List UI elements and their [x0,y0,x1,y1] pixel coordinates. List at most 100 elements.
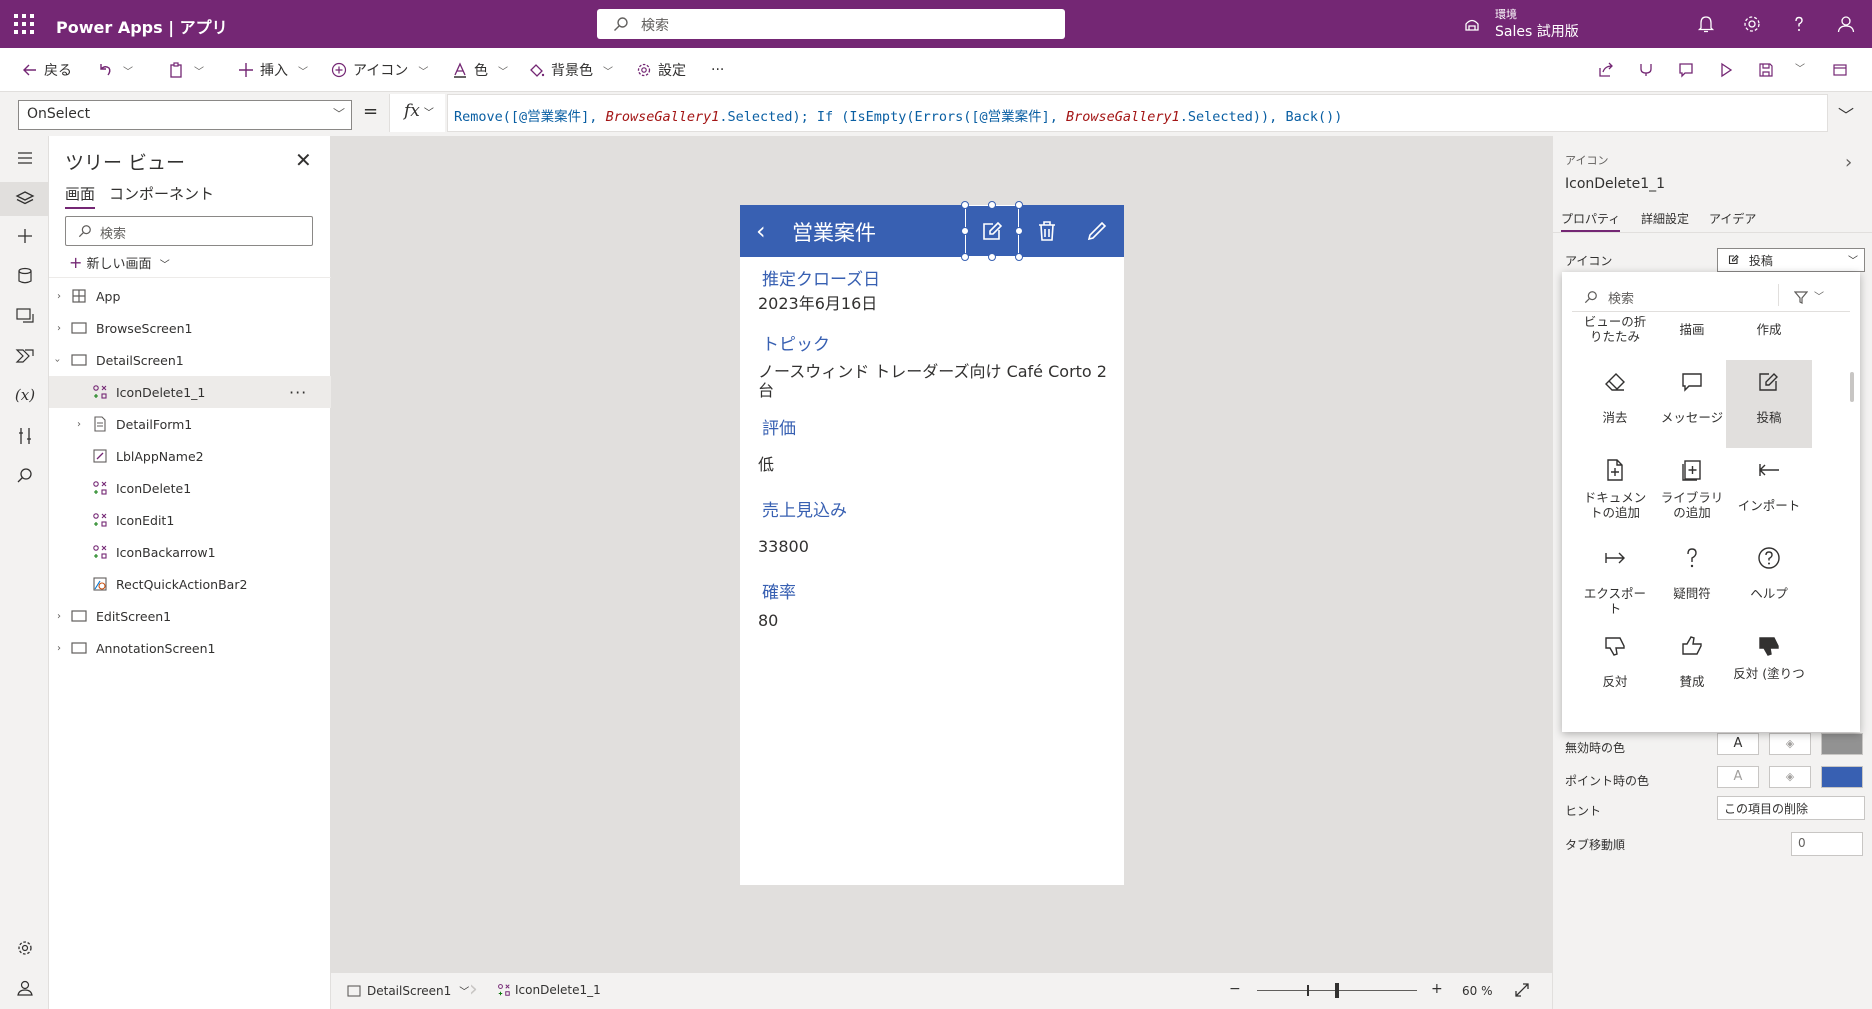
zoom-slider-thumb[interactable] [1335,983,1339,998]
expand-formula-icon[interactable]: ﹀ [1838,102,1854,126]
tooltip-input[interactable]: この項目の削除 [1717,796,1865,820]
disabled-fill-swatch[interactable]: ◈ [1769,733,1811,755]
close-icon[interactable]: ✕ [295,148,312,172]
tab-ideas[interactable]: アイデア [1709,210,1756,227]
hover-fill-swatch[interactable]: ◈ [1769,766,1811,788]
icon-option-thumbs-down-filled[interactable]: 反対 (塗りつ [1726,624,1812,712]
chevron-down-icon[interactable]: ﹀ [194,63,204,78]
scrollbar-thumb[interactable] [1850,372,1854,402]
power-automate-icon[interactable] [13,344,37,368]
tree-item-rectquickactionbar2[interactable]: RectQuickActionBar2 [49,568,331,600]
color-button[interactable]: 色 ﹀ [452,59,508,81]
icon-option-compose[interactable]: 作成 [1726,316,1812,360]
resize-handle[interactable] [988,253,996,261]
icon-option-add-library[interactable]: ライブラリの追加 [1649,448,1735,536]
zoom-out-button[interactable]: − [1229,981,1241,997]
icon-option-draw[interactable]: 描画 [1649,316,1735,360]
chevron-right-icon[interactable]: › [57,291,61,302]
icon-option-thumbs-up[interactable]: 賛成 [1649,624,1735,712]
tree-search-input[interactable]: 検索 [65,216,313,246]
publish-icon[interactable] [1832,62,1848,78]
control-name[interactable]: IconDelete1_1 [1565,176,1665,192]
resize-handle[interactable] [988,201,996,209]
app-screen-preview[interactable]: ‹ 営業案件 推定クローズ日 2023年6月16日 トピック ノースウィンド ト… [740,201,1124,885]
tab-advanced[interactable]: 詳細設定 [1641,210,1689,227]
gear-icon[interactable] [1740,12,1764,36]
global-search-input[interactable]: 検索 [597,9,1065,39]
tree-item-detailscreen1[interactable]: › DetailScreen1 [49,344,331,376]
media-icon[interactable] [13,304,37,328]
settings-button[interactable]: 設定 [636,59,686,81]
tab-properties[interactable]: プロパティ [1561,210,1621,232]
edit-pencil-icon[interactable] [1086,220,1108,242]
tree-item-icondelete1[interactable]: IconDelete1 [49,472,331,504]
tree-item-app[interactable]: › App [49,280,331,312]
tab-screens[interactable]: 画面 [65,183,96,209]
resize-handle[interactable] [1015,201,1023,209]
resize-handle[interactable] [961,227,969,235]
post-icon[interactable] [981,220,1003,242]
more-commands-button[interactable]: ··· [711,59,724,81]
icon-menu-button[interactable]: アイコン ﹀ [331,59,428,81]
resize-handle[interactable] [961,253,969,261]
tree-item-annotationscreen1[interactable]: › AnnotationScreen1 [49,632,331,664]
tree-item-browsescreen1[interactable]: › BrowseScreen1 [49,312,331,344]
icon-property-dropdown[interactable]: 投稿 ﹀ [1717,248,1865,272]
insert-button[interactable]: 挿入 ﹀ [238,59,308,81]
tree-item-lblappname2[interactable]: LblAppName2 [49,440,331,472]
app-title[interactable]: Power Apps | アプリ [56,14,228,38]
save-icon[interactable] [1758,62,1774,78]
tree-item-icondelete1-1[interactable]: IconDelete1_1 ··· [49,376,331,408]
app-checker-icon[interactable] [1638,62,1654,78]
disabled-font-color-swatch[interactable]: A [1717,733,1759,755]
selected-control-outline[interactable] [965,205,1019,257]
icon-option-collapse[interactable]: ビューの折りたたみ [1572,316,1658,360]
resize-handle[interactable] [1015,253,1023,261]
chevron-right-icon[interactable]: › [1845,152,1852,173]
comment-icon[interactable] [1678,62,1694,78]
virtual-agent-icon[interactable] [13,976,37,1000]
hover-color-swatch[interactable] [1821,766,1863,788]
environment-picker[interactable]: 環境 Sales 試用版 [1463,6,1603,42]
icon-option-add-document[interactable]: ドキュメントの追加 [1572,448,1658,536]
more-options-button[interactable]: ··· [289,383,307,402]
account-icon[interactable] [1834,12,1858,36]
search-icon[interactable] [13,464,37,488]
database-icon[interactable] [13,264,37,288]
hamburger-icon[interactable] [13,146,37,170]
disabled-color-swatch[interactable] [1821,733,1863,755]
app-launcher-icon[interactable] [14,14,34,34]
tree-item-iconbackarrow1[interactable]: IconBackarrow1 [49,536,331,568]
undo-button[interactable]: ﹀ [97,59,133,81]
chevron-right-icon[interactable]: › [77,419,81,430]
filter-icon[interactable] [1794,290,1808,304]
tab-index-input[interactable]: 0 [1791,832,1863,856]
background-color-button[interactable]: 背景色 ﹀ [529,59,613,81]
icon-option-message[interactable]: メッセージ [1649,360,1735,448]
tree-view-rail-button[interactable] [0,182,49,216]
zoom-in-button[interactable]: + [1431,981,1443,997]
icon-option-export[interactable]: エクスポート [1572,536,1658,624]
formula-input[interactable]: Remove([@営業案件], BrowseGallery1.Selected)… [447,94,1828,132]
icon-picker-search-input[interactable]: 検索 ﹀ [1572,282,1850,312]
variables-icon[interactable]: (x) [13,386,37,410]
icon-option-help[interactable]: ヘルプ [1726,536,1812,624]
chevron-right-icon[interactable]: › [57,643,61,654]
back-button[interactable]: 戻る [22,59,72,81]
share-icon[interactable] [1598,62,1614,78]
breadcrumb-control[interactable]: IconDelete1_1 [497,983,601,997]
icon-option-question-mark[interactable]: 疑問符 [1649,536,1735,624]
tools-icon[interactable] [13,424,37,448]
chevron-down-icon[interactable]: › [52,358,63,362]
hover-font-color-swatch[interactable]: A [1717,766,1759,788]
new-screen-button[interactable]: + 新しい画面 ﹀ [69,253,170,272]
back-arrow-icon[interactable]: ‹ [756,217,766,245]
tree-item-iconedit1[interactable]: IconEdit1 [49,504,331,536]
plus-icon[interactable] [13,224,37,248]
fx-button[interactable]: fx ﹀ [389,94,445,132]
trash-icon[interactable] [1036,220,1058,242]
fit-to-window-icon[interactable] [1514,982,1530,998]
bell-icon[interactable] [1694,12,1718,36]
resize-handle[interactable] [1015,227,1023,235]
icon-option-import[interactable]: インポート [1726,448,1812,536]
